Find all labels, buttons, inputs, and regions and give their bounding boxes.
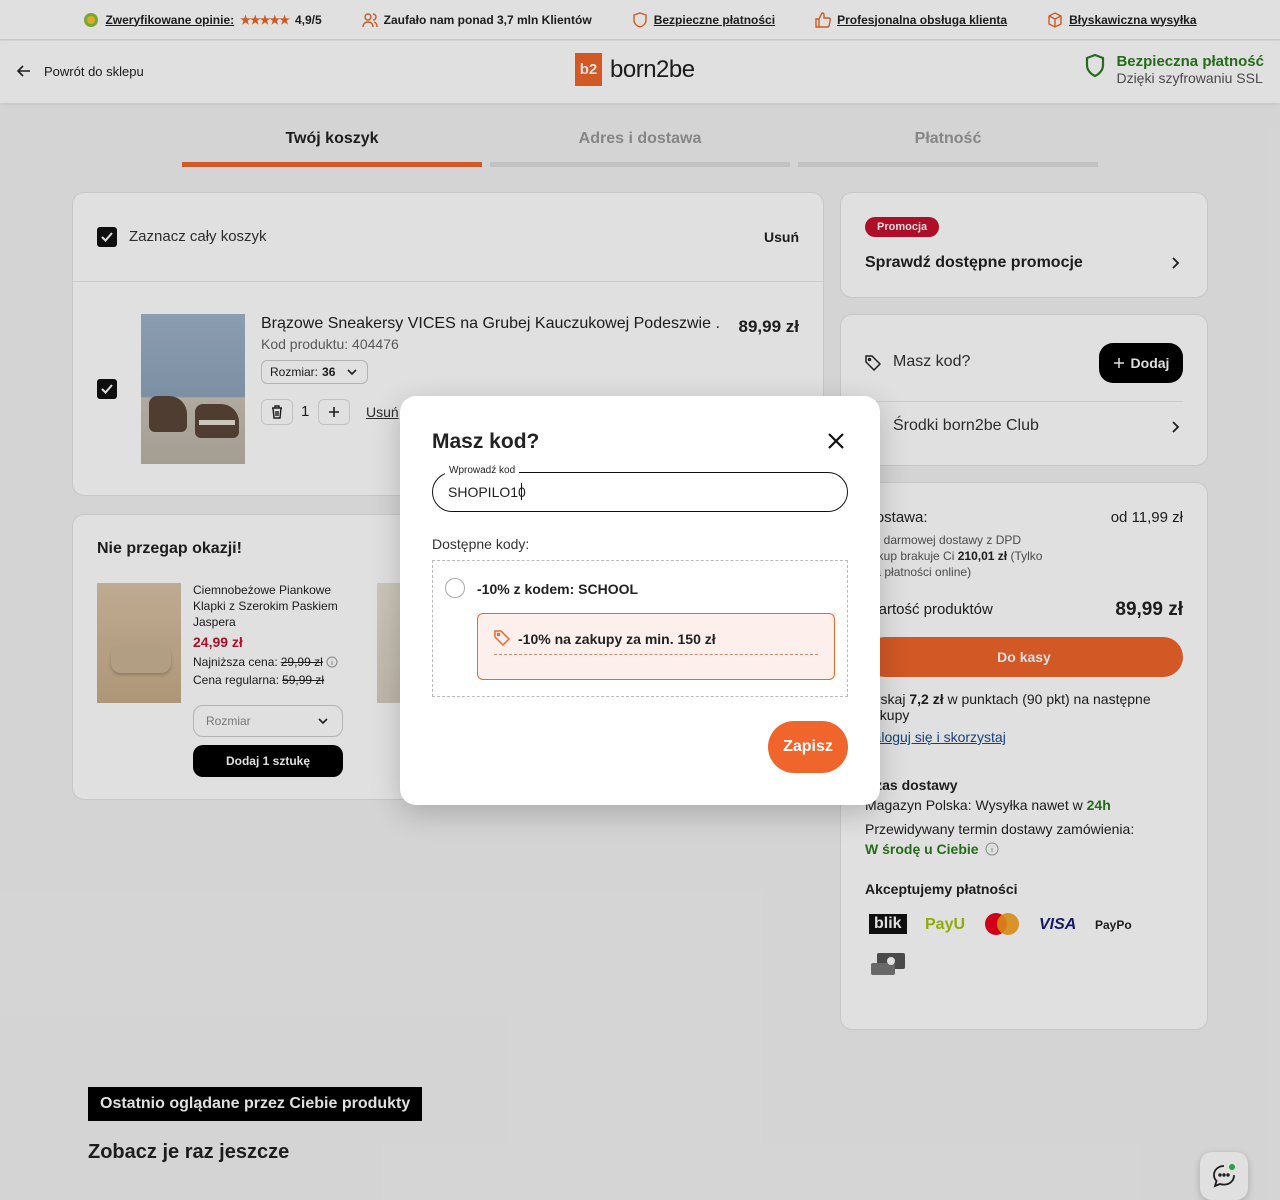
modal-title: Masz kod? (432, 430, 540, 453)
dashed-divider (494, 654, 818, 655)
tag-icon (494, 630, 510, 646)
text-cursor (521, 483, 522, 500)
available-codes-list: -10% z kodem: SCHOOL -10% na zakupy za m… (432, 560, 848, 697)
code-option-radio[interactable] (445, 578, 465, 598)
code-input-value[interactable]: SHOPILO10 (448, 484, 526, 500)
available-codes-label: Dostępne kody: (432, 536, 530, 552)
code-modal: Masz kod? Wprowadź kod SHOPILO10 Dostępn… (400, 396, 880, 805)
code-option-detail-text: -10% na zakupy za min. 150 zł (518, 631, 716, 647)
code-option-detail: -10% na zakupy za min. 150 zł (477, 613, 835, 680)
close-icon[interactable] (826, 431, 846, 451)
code-input[interactable]: Wprowadź kod SHOPILO10 (432, 465, 848, 512)
code-option-label[interactable]: -10% z kodem: SCHOOL (477, 581, 638, 597)
code-input-label: Wprowadź kod (445, 465, 520, 476)
save-button[interactable]: Zapisz (768, 721, 848, 773)
